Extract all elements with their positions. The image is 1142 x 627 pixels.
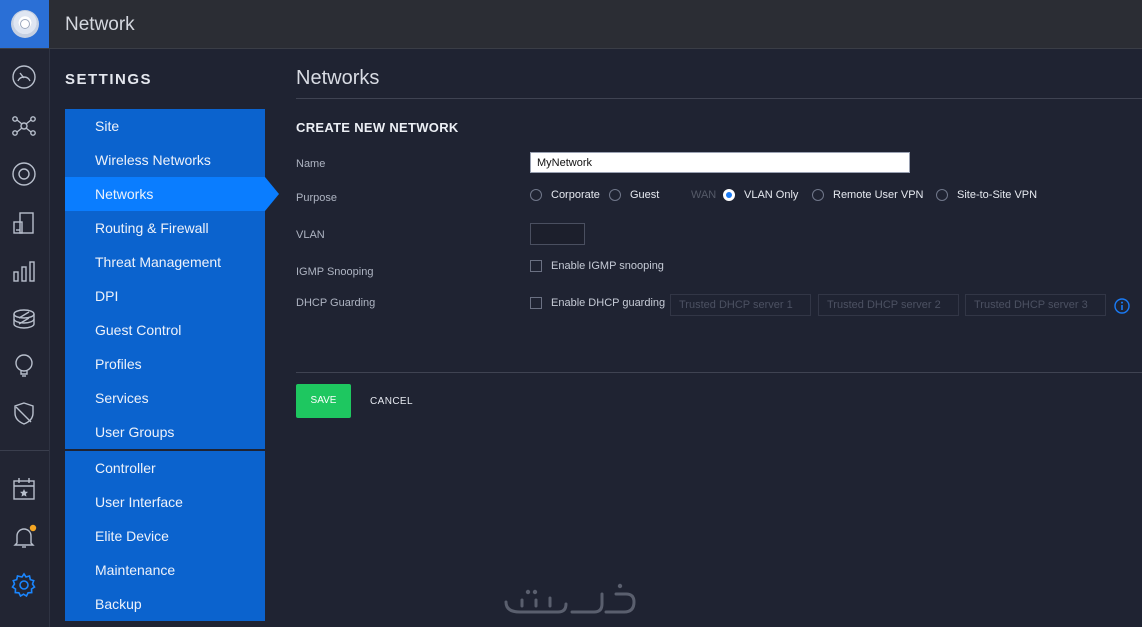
sidebar-item-wireless-networks[interactable]: Wireless Networks [65,143,265,177]
security-icon[interactable] [10,399,38,427]
purpose-label: Purpose [296,192,337,204]
title-divider [296,98,1142,99]
purpose-radio-site-to-site-vpn[interactable]: Site-to-Site VPN [936,189,1037,201]
igmp-checkbox[interactable]: Enable IGMP snooping [530,260,664,272]
sidebar-item-elite-device[interactable]: Elite Device [65,519,265,553]
radio-label: Remote User VPN [833,189,924,201]
purpose-radio-vlan-only[interactable]: VLAN Only [723,189,798,201]
dhcp-server-3-input[interactable]: Trusted DHCP server 3 [965,294,1106,316]
sidebar-item-site[interactable]: Site [65,109,265,143]
devices-icon[interactable] [10,160,38,188]
events-icon[interactable] [10,475,38,503]
radio-button[interactable] [530,189,542,201]
vlan-label: VLAN [296,229,325,241]
purpose-radio-corporate[interactable]: Corporate [530,189,600,201]
radio-label: Site-to-Site VPN [957,189,1038,201]
name-label: Name [296,158,326,170]
sidebar-item-maintenance[interactable]: Maintenance [65,553,265,587]
purpose-radio-guest[interactable]: Guest [609,189,659,201]
dhcp-checkbox-box[interactable] [530,297,542,309]
top-bar: Network [0,0,1142,49]
dhcp-checkbox-label: Enable DHCP guarding [551,297,666,309]
sidebar-item-networks[interactable]: Networks [65,177,279,211]
radio-label: Corporate [551,189,600,201]
settings-heading: SETTINGS [65,71,153,88]
radio-button[interactable] [936,189,948,201]
sidebar-item-backup[interactable]: Backup [65,587,265,621]
settings-menu: Site Wireless Networks Networks Routing & F… [65,109,279,621]
settings-icon[interactable] [10,571,38,599]
ubiquiti-logo-icon[interactable] [0,0,49,48]
topology-icon[interactable] [10,112,38,140]
radio-button[interactable] [812,189,824,201]
igmp-checkbox-box[interactable] [530,260,542,272]
watermark-logo [504,583,636,614]
dashboard-icon[interactable] [10,63,38,91]
notifications-icon[interactable] [10,523,38,551]
vlan-input[interactable] [530,223,585,245]
dhcp-server-1-input[interactable]: Trusted DHCP server 1 [670,294,811,316]
sidebar-item-controller[interactable]: Controller [65,451,265,485]
rail-divider [0,450,49,451]
dhcp-server-2-input[interactable]: Trusted DHCP server 2 [818,294,959,316]
alerts-icon[interactable] [10,351,38,379]
sidebar-item-routing-and-firewall[interactable]: Routing & Firewall [65,211,265,245]
insights-icon[interactable] [10,305,38,333]
app-title: Network [65,14,135,35]
page-title: Networks [296,67,380,89]
name-input[interactable] [530,152,910,173]
sidebar-item-profiles[interactable]: Profiles [65,347,265,381]
clients-icon[interactable] [10,209,38,237]
radio-label: VLAN Only [744,189,799,201]
dhcp-label: DHCP Guarding [296,297,376,309]
igmp-label: IGMP Snooping [296,266,374,278]
save-button[interactable]: SAVE [296,384,351,418]
sidebar-item-guest-control[interactable]: Guest Control [65,313,265,347]
sidebar-item-user-groups[interactable]: User Groups [65,415,265,449]
info-icon[interactable] [1114,298,1130,314]
radio-button[interactable] [723,189,735,201]
section-title: CREATE NEW NETWORK [296,120,459,135]
sidebar-item-dpi[interactable]: DPI [65,279,265,313]
radio-label: Guest [630,189,660,201]
sidebar-item-user-interface[interactable]: User Interface [65,485,265,519]
cancel-button[interactable]: CANCEL [370,396,413,407]
sidebar-item-services[interactable]: Services [65,381,265,415]
nav-rail [0,49,50,627]
radio-button[interactable] [609,189,621,201]
dhcp-checkbox[interactable]: Enable DHCP guarding [530,297,665,309]
radio-label: WAN [691,189,717,201]
purpose-radio-remote-user-vpn[interactable]: Remote User VPN [812,189,923,201]
igmp-checkbox-label: Enable IGMP snooping [551,260,664,272]
form-divider [296,372,1142,373]
statistics-icon[interactable] [10,257,38,285]
sidebar-item-threat-management[interactable]: Threat Management [65,245,265,279]
purpose-radio-wan: WAN [670,189,716,201]
